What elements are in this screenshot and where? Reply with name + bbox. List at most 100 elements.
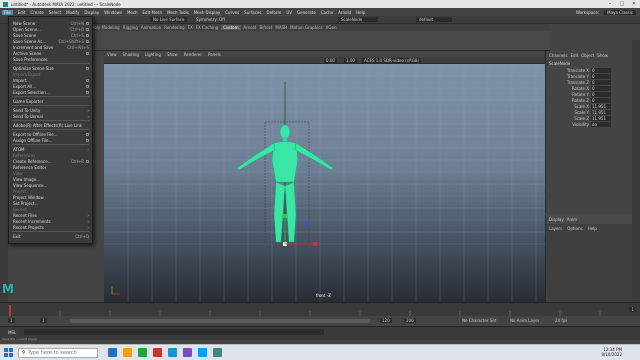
shelf-tab[interactable]: Rigging [123, 25, 138, 30]
taskbar-app-icon[interactable] [123, 348, 132, 357]
shelf-tab[interactable]: Poly Modeling [92, 25, 120, 30]
start-time-field[interactable]: 1 [8, 318, 15, 323]
menu-item-send-to-unreal[interactable]: Send To Unreal › [9, 113, 92, 119]
renderer-dropdown[interactable]: default [416, 17, 452, 22]
viewport-panel[interactable]: front -Z [104, 64, 545, 302]
menu-create[interactable]: Create [30, 10, 43, 15]
menu-item-assign-offline[interactable]: Assign Offline File... [9, 137, 92, 143]
attr-value[interactable]: 11.951 [591, 109, 611, 115]
taskbar-app-icon[interactable] [213, 348, 222, 357]
menu-edit-mesh[interactable]: Edit Mesh [143, 10, 163, 15]
menu-item-recent-projects[interactable]: Recent Projects › [9, 224, 92, 230]
shelf-tab[interactable]: Animation [141, 25, 161, 30]
range-end-field[interactable]: 120 [380, 318, 392, 323]
taskbar-app-icon[interactable] [108, 348, 117, 357]
option-box-icon[interactable] [86, 159, 89, 163]
attr-value[interactable]: 0 [591, 91, 611, 97]
fps-dropdown[interactable]: 24 fps [555, 318, 567, 323]
shelf-tab[interactable]: FX [188, 25, 193, 30]
shelf-tab[interactable]: FX Caching [196, 25, 218, 30]
menu-help[interactable]: Help [356, 10, 365, 15]
menu-generate[interactable]: Generate [297, 10, 316, 15]
taskbar-app-icon[interactable] [198, 348, 207, 357]
option-box-icon[interactable] [86, 84, 89, 88]
menu-surfaces[interactable]: Surfaces [244, 10, 261, 15]
channel-tab-object[interactable]: Object [581, 53, 594, 58]
shelf-tab[interactable]: Arnold [244, 25, 257, 30]
x-axis-box[interactable] [313, 242, 317, 246]
channel-tab-edit[interactable]: Edit [571, 53, 579, 58]
y-axis-box[interactable] [283, 214, 287, 218]
shelf-tab[interactable]: Motion Graphics [290, 25, 323, 30]
shelf-tab-custom[interactable]: Custom [221, 25, 241, 30]
taskbar-app-icon[interactable] [153, 348, 162, 357]
status-name-field[interactable]: ScaleNode [338, 17, 378, 22]
end-time-field[interactable]: 200 [404, 318, 416, 323]
attr-value[interactable]: 11.951 [591, 103, 611, 109]
menu-item-save-preferences[interactable]: Save Preferences [9, 56, 92, 62]
option-box-icon[interactable] [86, 21, 89, 25]
shelf-tab[interactable]: Rendering [164, 25, 184, 30]
panel-menu-lighting[interactable]: Lighting [145, 52, 161, 57]
taskbar-app-icon[interactable] [183, 348, 192, 357]
windows-start-icon[interactable] [4, 348, 13, 357]
maximize-button[interactable]: □ [616, 0, 628, 8]
attr-value[interactable]: 0 [591, 73, 611, 79]
mel-label[interactable]: MEL [8, 330, 16, 335]
range-start-field[interactable]: 1 [40, 318, 47, 323]
menu-item-open-scene[interactable]: Open Scene... Ctrl+O [9, 26, 92, 32]
layer-menu-options[interactable]: Options [567, 226, 582, 231]
option-box-icon[interactable] [86, 132, 89, 136]
minimize-button[interactable]: – [604, 0, 616, 8]
menu-edit[interactable]: Edit [18, 10, 26, 15]
close-button[interactable]: ✕ [628, 0, 640, 8]
colorspace-dropdown[interactable]: ACES 1.0 SDR-video (sRGB) [362, 58, 422, 63]
layer-tab-anim[interactable]: Anim [567, 217, 577, 222]
menu-item-game-exporter[interactable]: Game Exporter [9, 98, 92, 104]
time-slider[interactable]: 1 [0, 302, 640, 317]
taskbar-app-icon[interactable] [138, 348, 147, 357]
menu-item-reference-editor[interactable]: Reference Editor [9, 164, 92, 170]
workspace-dropdown[interactable]: Maya Classic [604, 9, 636, 15]
menu-arnold[interactable]: Arnold [338, 10, 351, 15]
menu-item-set-project[interactable]: Set Project... [9, 200, 92, 206]
live-surface-field[interactable]: No Live Surface [150, 17, 188, 22]
option-box-icon[interactable] [86, 138, 89, 142]
menu-item-recent-files[interactable]: Recent Files › [9, 212, 92, 218]
menu-item-save-scene-as[interactable]: Save Scene As... Ctrl+Shift+S [9, 38, 92, 44]
menu-cache[interactable]: Cache [321, 10, 333, 15]
menu-uv[interactable]: UV [286, 10, 292, 15]
menu-mesh-display[interactable]: Mesh Display [194, 10, 221, 15]
menu-item-after-effects-link[interactable]: Adobe(R) After Effects(R) Live Link [9, 122, 92, 128]
attr-value[interactable]: 0 [591, 85, 611, 91]
menu-item-archive-scene[interactable]: Archive Scene [9, 50, 92, 56]
channel-tab-show[interactable]: Show [597, 53, 608, 58]
menu-item-atom[interactable]: ATOM › [9, 146, 92, 152]
menu-item-create-reference[interactable]: Create Reference... Ctrl+R [9, 158, 92, 164]
menu-item-new-scene[interactable]: New Scene Ctrl+N [9, 20, 92, 26]
menu-item-send-to-unity[interactable]: Send To Unity › [9, 107, 92, 113]
menu-item-optimize-scene[interactable]: Optimize Scene Size [9, 65, 92, 71]
shelf-tab[interactable]: XGen [326, 25, 337, 30]
menu-item-save-scene[interactable]: Save Scene Ctrl+S [9, 32, 92, 38]
panel-menu-renderer[interactable]: Renderer [184, 52, 202, 57]
menu-item-export-offline[interactable]: Export to Offline File... [9, 131, 92, 137]
symmetry-dropdown[interactable]: Symmetry: Off [196, 17, 225, 22]
menu-mesh-tools[interactable]: Mesh Tools [167, 10, 189, 15]
taskbar-search[interactable]: ⚲ [18, 348, 98, 358]
option-box-icon[interactable] [86, 90, 89, 94]
anim-layer-dropdown[interactable]: No Anim Layer [510, 318, 539, 323]
menu-item-increment-save[interactable]: Increment and Save Ctrl+Alt+S [9, 44, 92, 50]
panel-menu-show[interactable]: Show [167, 52, 178, 57]
panel-menu-panels[interactable]: Panels [208, 52, 221, 57]
current-frame-field[interactable]: 1 [629, 307, 636, 312]
option-box-icon[interactable] [86, 66, 89, 70]
panel-menu-shading[interactable]: Shading [123, 52, 139, 57]
menu-item-exit[interactable]: Exit Ctrl+Q [9, 233, 92, 239]
menu-item-recent-increments[interactable]: Recent Increments › [9, 218, 92, 224]
menu-item-view-image[interactable]: View Image... [9, 176, 92, 182]
attr-row[interactable]: Visibility on [546, 121, 640, 127]
taskbar-app-icon[interactable] [168, 348, 177, 357]
shelf-tab[interactable]: Bifrost [259, 25, 272, 30]
menu-item-export-all[interactable]: Export All... [9, 83, 92, 89]
